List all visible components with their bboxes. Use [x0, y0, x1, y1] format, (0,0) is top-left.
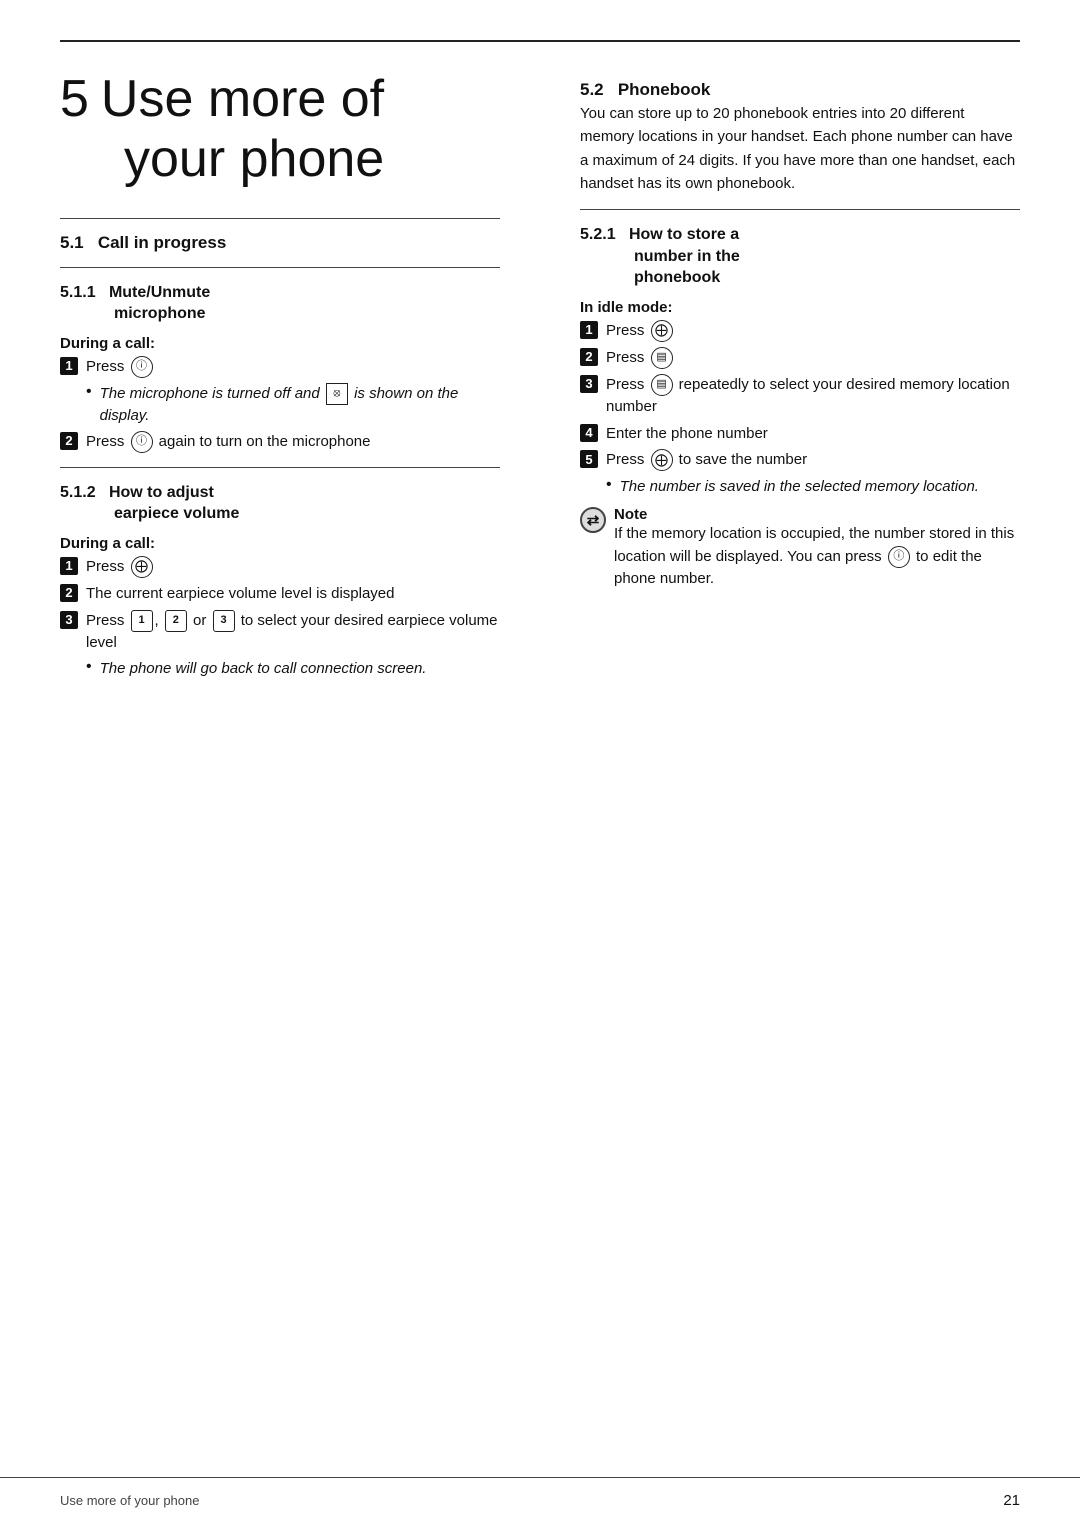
phonebook-description: You can store up to 20 phonebook entries… — [580, 102, 1020, 195]
step-521-2: 2 Press ▤ — [580, 347, 1020, 369]
step-num-1: 1 — [60, 357, 78, 375]
step-num-521-3: 3 — [580, 375, 598, 393]
section-512-title: 5.1.2 How to adjust earpiece volume — [60, 482, 500, 525]
step-num-521-5: 5 — [580, 450, 598, 468]
section-521: 5.2.1 How to store a number in the phone… — [580, 224, 1020, 591]
bullet-text-521: The number is saved in the selected memo… — [620, 476, 1020, 498]
mute-icon: ⦻ — [326, 383, 348, 405]
note-text: If the memory location is occupied, the … — [614, 523, 1020, 591]
footer-page: 21 — [1003, 1492, 1020, 1509]
footer-left: Use more of your phone — [60, 1493, 199, 1508]
page: 5Use more of your phone 5.1 Call in prog… — [0, 0, 1080, 1527]
chapter-number: 5 — [60, 70, 89, 128]
during-call-label-2: During a call: — [60, 535, 500, 552]
nav-icon-1: ⨁ — [131, 556, 153, 578]
step-521-1: 1 Press ⨁ — [580, 320, 1020, 342]
bullet-dot-3: • — [606, 476, 612, 494]
key-3-icon: 3 — [213, 610, 235, 632]
step-text-512-1: Press ⨁ — [86, 556, 500, 578]
nav-icon-3: ⨁ — [651, 449, 673, 471]
key-1-icon: 1 — [131, 610, 153, 632]
section-512: 5.1.2 How to adjust earpiece volume Duri… — [60, 482, 500, 681]
step-num-521-1: 1 — [580, 321, 598, 339]
step-text-521-3: Press ▤ repeatedly to select your desire… — [606, 374, 1020, 418]
steps-521: 1 Press ⨁ 2 Press ▤ 3 Press ▤ repeatedly… — [580, 320, 1020, 498]
step-text-521-4: Enter the phone number — [606, 423, 1020, 445]
step-num-2: 2 — [60, 432, 78, 450]
bullet-text-1: The microphone is turned off and ⦻ is sh… — [100, 383, 500, 427]
chapter-title-line1: Use more of — [101, 70, 384, 128]
note-icon: ⇄ — [580, 507, 606, 533]
step-512-1: 1 Press ⨁ — [60, 556, 500, 578]
key-2-icon: 2 — [165, 610, 187, 632]
steps-511: 1 Press ⓘ • The microphone is turned off… — [60, 356, 500, 453]
step-512-2: 2 The current earpiece volume level is d… — [60, 583, 500, 605]
step-text-512-3: Press 1, 2 or 3 to select your desired e… — [86, 610, 500, 654]
step-text-2: Press ⓘ again to turn on the microphone — [86, 431, 500, 453]
note-content: Note If the memory location is occupied,… — [614, 506, 1020, 591]
chapter-title-line2: your phone — [124, 130, 384, 188]
section-51: 5.1 Call in progress — [60, 233, 500, 253]
step-511-2: 2 Press ⓘ again to turn on the microphon… — [60, 431, 500, 453]
bullet-521-1: • The number is saved in the selected me… — [606, 476, 1020, 498]
step-512-3: 3 Press 1, 2 or 3 to select your desired… — [60, 610, 500, 654]
divider-4 — [580, 209, 1020, 210]
menu-icon-2: ▤ — [651, 374, 673, 396]
bullet-dot-1: • — [86, 383, 92, 401]
section-511-title: 5.1.1 Mute/Unmute microphone — [60, 282, 500, 325]
step-521-4: 4 Enter the phone number — [580, 423, 1020, 445]
step-text-512-2: The current earpiece volume level is dis… — [86, 583, 500, 605]
section-511: 5.1.1 Mute/Unmute microphone During a ca… — [60, 282, 500, 453]
step-num-521-2: 2 — [580, 348, 598, 366]
divider-2 — [60, 267, 500, 268]
during-call-label-1: During a call: — [60, 335, 500, 352]
step-num-512-2: 2 — [60, 584, 78, 602]
step-521-5: 5 Press ⨁ to save the number — [580, 449, 1020, 471]
note-label: Note — [614, 506, 1020, 523]
step-num-512-3: 3 — [60, 611, 78, 629]
bullet-511-1: • The microphone is turned off and ⦻ is … — [86, 383, 500, 427]
note-box: ⇄ Note If the memory location is occupie… — [580, 506, 1020, 591]
right-column: 5.2 Phonebook You can store up to 20 pho… — [540, 42, 1020, 1477]
step-511-1: 1 Press ⓘ — [60, 356, 500, 378]
bullet-text-512: The phone will go back to call connectio… — [100, 658, 500, 680]
step-text-1: Press ⓘ — [86, 356, 500, 378]
section-52-label: 5.2 Phonebook — [580, 80, 1020, 100]
mic-icon-1: ⓘ — [131, 356, 153, 378]
in-idle-mode-label: In idle mode: — [580, 299, 1020, 316]
step-text-521-1: Press ⨁ — [606, 320, 1020, 342]
bullet-dot-2: • — [86, 658, 92, 676]
step-521-3: 3 Press ▤ repeatedly to select your desi… — [580, 374, 1020, 418]
section-51-label: 5.1 Call in progress — [60, 233, 226, 252]
divider-1 — [60, 218, 500, 219]
step-text-521-2: Press ▤ — [606, 347, 1020, 369]
step-num-512-1: 1 — [60, 557, 78, 575]
content-area: 5Use more of your phone 5.1 Call in prog… — [0, 42, 1080, 1477]
left-column: 5Use more of your phone 5.1 Call in prog… — [60, 42, 540, 1477]
divider-3 — [60, 467, 500, 468]
step-num-521-4: 4 — [580, 424, 598, 442]
bullet-512-1: • The phone will go back to call connect… — [86, 658, 500, 680]
step-text-521-5: Press ⨁ to save the number — [606, 449, 1020, 471]
section-52: 5.2 Phonebook You can store up to 20 pho… — [580, 80, 1020, 195]
chapter-heading: 5Use more of your phone — [60, 70, 500, 190]
footer: Use more of your phone 21 — [0, 1477, 1080, 1527]
edit-icon: ⓘ — [888, 546, 910, 568]
mic-icon-2: ⓘ — [131, 431, 153, 453]
steps-512: 1 Press ⨁ 2 The current earpiece volume … — [60, 556, 500, 680]
section-521-title: 5.2.1 How to store a number in the phone… — [580, 224, 1020, 289]
nav-icon-2: ⨁ — [651, 320, 673, 342]
menu-icon-1: ▤ — [651, 347, 673, 369]
